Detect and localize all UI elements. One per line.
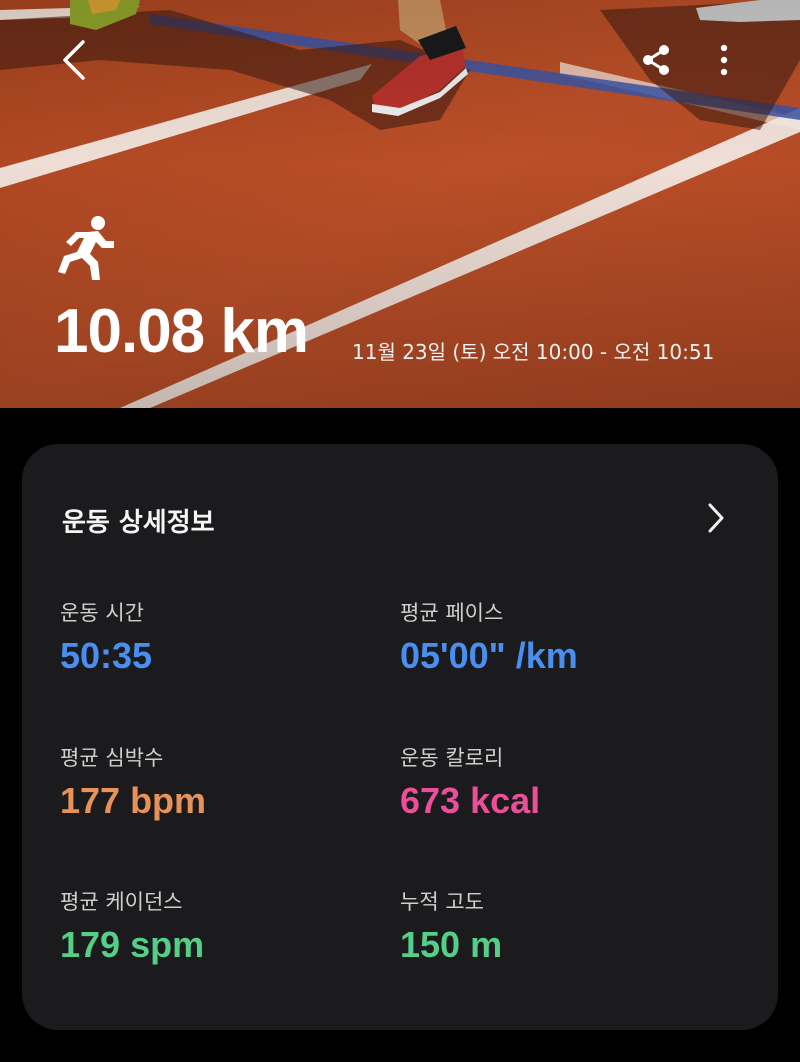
chevron-right-icon bbox=[708, 503, 724, 533]
share-icon bbox=[643, 45, 669, 75]
stat-elevation-gain: 누적 고도 150 m bbox=[400, 886, 740, 966]
more-options-button[interactable] bbox=[700, 36, 748, 84]
distance-value: 10.08 km bbox=[54, 297, 309, 366]
chevron-left-icon bbox=[63, 40, 85, 80]
stat-label: 운동 칼로리 bbox=[400, 746, 504, 770]
details-more-button[interactable] bbox=[698, 500, 734, 536]
stat-calories: 운동 칼로리 673 kcal bbox=[400, 742, 740, 822]
workout-datetime: 11월 23일 (토) 오전 10:00 - 오전 10:51 bbox=[352, 340, 715, 364]
workout-details-card[interactable]: 운동 상세정보 운동 시간 50:35 평균 페이스 05'00" /km 평균… bbox=[22, 444, 778, 1030]
more-vertical-icon bbox=[720, 44, 728, 76]
stat-label: 평균 페이스 bbox=[400, 601, 504, 625]
stat-label: 평균 심박수 bbox=[60, 746, 164, 770]
stat-value: 179 spm bbox=[60, 924, 205, 965]
stat-label: 누적 고도 bbox=[400, 890, 484, 914]
card-title: 운동 상세정보 bbox=[62, 508, 215, 538]
stat-label: 평균 케이던스 bbox=[60, 890, 183, 914]
stat-average-cadence: 평균 케이던스 179 spm bbox=[60, 886, 400, 966]
stat-value: 05'00" /km bbox=[400, 635, 578, 676]
stat-value: 150 m bbox=[400, 924, 503, 965]
share-button[interactable] bbox=[632, 36, 680, 84]
stat-average-pace: 평균 페이스 05'00" /km bbox=[400, 597, 740, 677]
stat-label: 운동 시간 bbox=[60, 601, 144, 625]
stat-value: 50:35 bbox=[60, 635, 153, 676]
running-icon bbox=[58, 216, 114, 280]
stat-value: 673 kcal bbox=[400, 780, 541, 821]
stat-value: 177 bpm bbox=[60, 780, 207, 821]
stat-average-heart-rate: 평균 심박수 177 bpm bbox=[60, 742, 400, 822]
stat-workout-time: 운동 시간 50:35 bbox=[60, 597, 400, 677]
hero-banner: 10.08 km 11월 23일 (토) 오전 10:00 - 오전 10:51 bbox=[0, 0, 800, 408]
back-button[interactable] bbox=[50, 36, 98, 84]
